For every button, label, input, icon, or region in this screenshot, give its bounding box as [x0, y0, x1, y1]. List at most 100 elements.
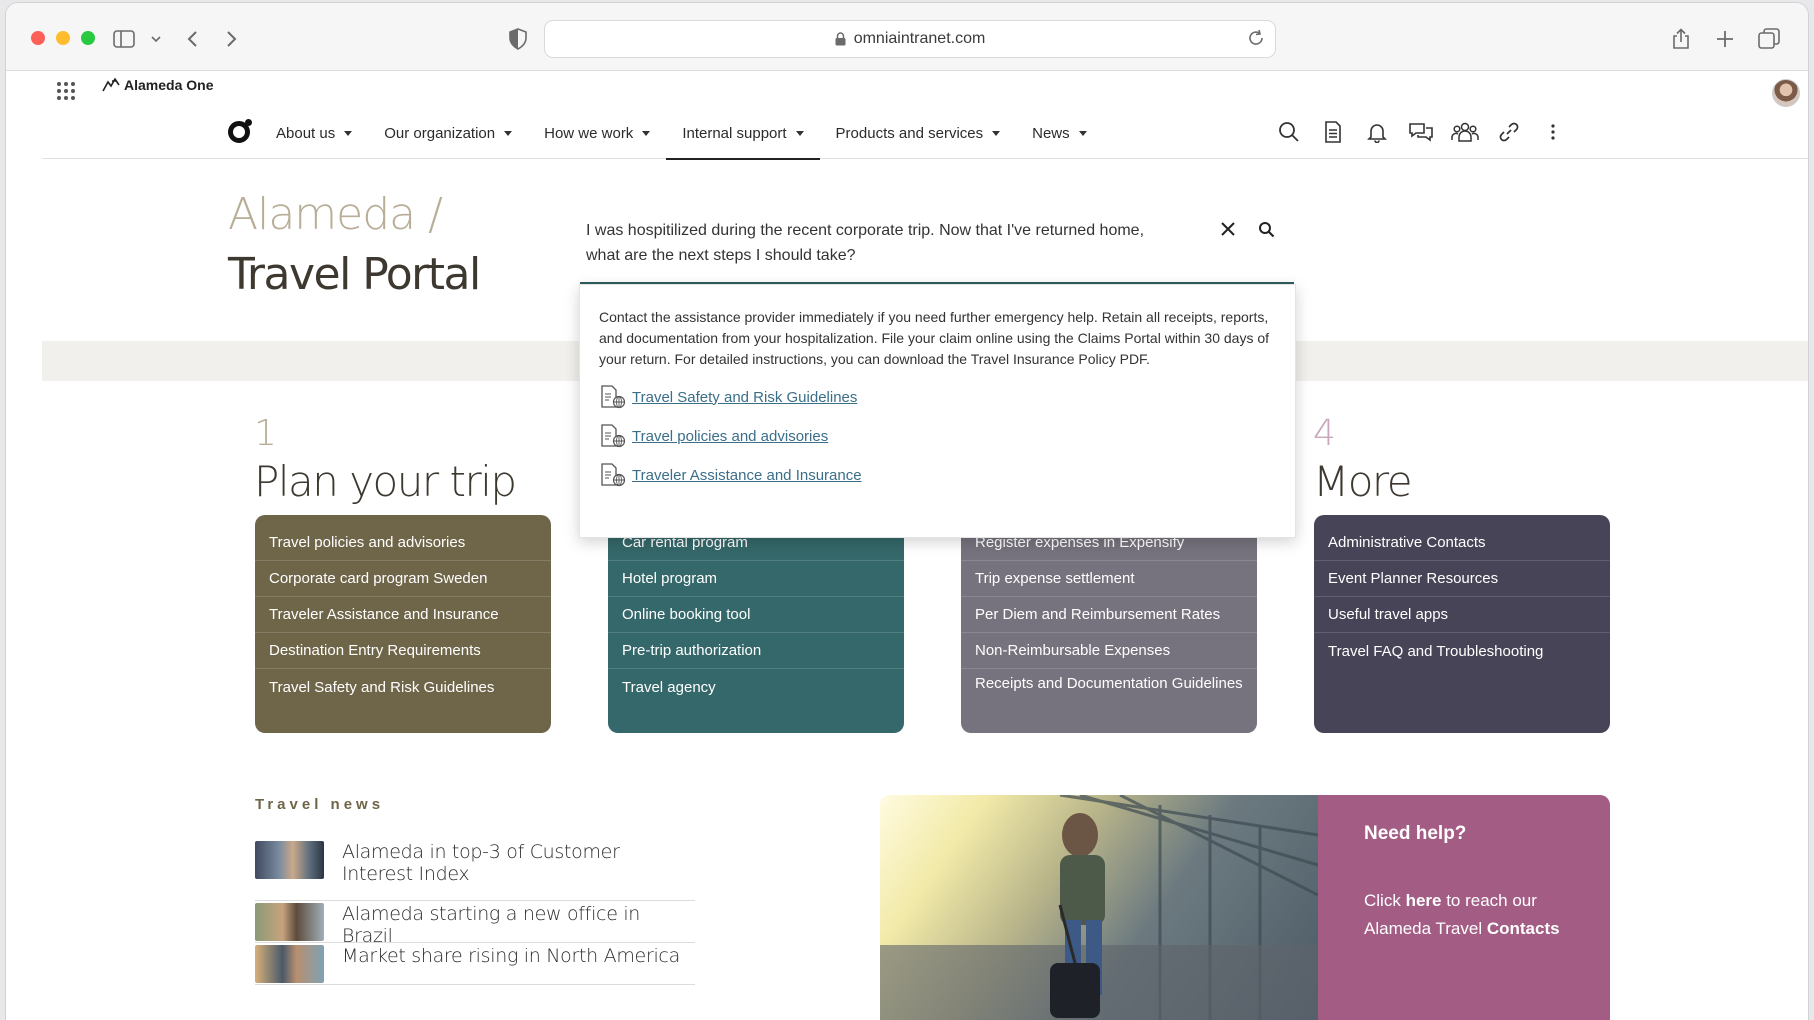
sidebar-toggle-icon[interactable] [110, 25, 138, 53]
news-title: Alameda in top-3 of Customer Interest In… [342, 841, 620, 885]
reload-icon[interactable] [1247, 29, 1265, 47]
card-link[interactable]: Non-Reimbursable Expenses [961, 633, 1257, 669]
lock-icon [835, 32, 846, 46]
search-answer-panel: Contact the assistance provider immediat… [579, 284, 1296, 538]
card-link[interactable]: Administrative Contacts [1314, 525, 1610, 561]
more-options-icon[interactable] [1538, 117, 1568, 147]
caret-down-icon [642, 130, 651, 136]
news-title: Alameda starting a new office in Brazil [342, 903, 641, 947]
step-number: 4 [1313, 413, 1336, 454]
web-document-icon [601, 463, 626, 487]
close-window-button[interactable] [31, 31, 45, 45]
card-link[interactable]: Trip expense settlement [961, 561, 1257, 597]
brand-logo-icon [102, 78, 120, 92]
tab-overview-icon[interactable] [1755, 25, 1783, 53]
new-tab-icon[interactable] [1711, 25, 1739, 53]
minimize-window-button[interactable] [56, 31, 70, 45]
news-item[interactable]: Market share rising in North America [255, 945, 695, 985]
web-document-icon [601, 424, 626, 448]
step-number: 1 [254, 413, 277, 454]
nav-item-internal-support[interactable]: Internal support [666, 107, 820, 160]
nav-item-our-organization[interactable]: Our organization [368, 107, 528, 159]
answer-link[interactable]: Travel policies and advisories [599, 424, 1269, 448]
answer-link-text[interactable]: Travel policies and advisories [632, 428, 828, 445]
avatar[interactable] [1772, 79, 1800, 107]
bell-icon[interactable] [1362, 117, 1392, 147]
search-query-line: what are the next steps I should take? [586, 247, 856, 264]
search-input[interactable]: I was hospitilized during the recent cor… [586, 218, 1206, 268]
brand-link[interactable]: Alameda One [102, 77, 213, 93]
share-icon[interactable] [1667, 25, 1695, 53]
caret-down-icon [992, 130, 1001, 136]
card-expenses: Register expenses in Expensify Trip expe… [961, 515, 1257, 733]
card-link[interactable]: Event Planner Resources [1314, 561, 1610, 597]
nav-item-about-us[interactable]: About us [260, 107, 368, 159]
card-link[interactable]: Travel policies and advisories [255, 525, 551, 561]
news-item[interactable]: Alameda in top-3 of Customer Interest In… [255, 841, 695, 901]
card-link[interactable]: Travel agency [608, 669, 904, 705]
answer-link-text[interactable]: Travel Safety and Risk Guidelines [632, 389, 857, 406]
search-icon[interactable] [1274, 117, 1304, 147]
answer-link[interactable]: Traveler Assistance and Insurance [599, 463, 1269, 487]
caret-down-icon [795, 130, 804, 136]
help-card: Need help? Click here to reach our Alame… [1318, 795, 1610, 1020]
chevron-down-icon[interactable] [142, 25, 170, 53]
help-here-link[interactable]: here [1406, 891, 1442, 910]
news-section-label: Travel news [255, 796, 385, 813]
nav-menu: About us Our organization How we work In… [260, 107, 1103, 160]
news-thumbnail [255, 945, 324, 983]
card-booking: Car rental program Hotel program Online … [608, 515, 904, 733]
help-text: Click here to reach our Alameda Travel C… [1364, 891, 1560, 938]
link-icon[interactable] [1494, 117, 1524, 147]
card-link[interactable]: Travel Safety and Risk Guidelines [255, 669, 551, 705]
help-title: Need help? [1364, 823, 1467, 844]
news-title: Market share rising in North America [342, 945, 680, 967]
browser-toolbar: omniaintranet.com [6, 3, 1808, 71]
help-contacts-link[interactable]: Contacts [1487, 919, 1560, 938]
news-item[interactable]: Alameda starting a new office in Brazil [255, 903, 695, 947]
maximize-window-button[interactable] [81, 31, 95, 45]
card-link[interactable]: Useful travel apps [1314, 597, 1610, 633]
traveler-photo [880, 795, 1318, 1020]
shield-icon[interactable] [504, 25, 532, 53]
browser-window: omniaintranet.com Alameda One About us O… [6, 3, 1808, 1020]
search-query-line: I was hospitilized during the recent cor… [586, 222, 1145, 239]
card-link[interactable]: Destination Entry Requirements [255, 633, 551, 669]
document-icon[interactable] [1318, 117, 1348, 147]
chat-icon[interactable] [1406, 117, 1436, 147]
answer-link-text[interactable]: Traveler Assistance and Insurance [632, 467, 862, 484]
back-icon[interactable] [178, 25, 206, 53]
page-title: Travel Portal [228, 249, 481, 300]
main-nav: About us Our organization How we work In… [42, 107, 1808, 160]
nav-toolbar [1274, 117, 1568, 147]
card-link[interactable]: Receipts and Documentation Guidelines [961, 669, 1257, 715]
card-link[interactable]: Traveler Assistance and Insurance [255, 597, 551, 633]
answer-text: Contact the assistance provider immediat… [599, 309, 1270, 367]
nav-item-news[interactable]: News [1016, 107, 1103, 159]
news-thumbnail [255, 841, 324, 879]
card-link[interactable]: Per Diem and Reimbursement Rates [961, 597, 1257, 633]
step-title: More [1313, 457, 1413, 506]
card-link[interactable]: Hotel program [608, 561, 904, 597]
card-plan-your-trip: Travel policies and advisories Corporate… [255, 515, 551, 733]
nav-item-how-we-work[interactable]: How we work [528, 107, 666, 159]
traveler-illustration [880, 795, 1318, 1020]
app-launcher-icon[interactable] [54, 79, 76, 101]
nav-item-products-and-services[interactable]: Products and services [820, 107, 1017, 159]
card-link[interactable]: Online booking tool [608, 597, 904, 633]
close-icon[interactable] [1216, 217, 1240, 241]
breadcrumb[interactable]: Alameda / [228, 189, 443, 240]
card-link[interactable]: Pre-trip authorization [608, 633, 904, 669]
answer-link[interactable]: Travel Safety and Risk Guidelines [599, 385, 1269, 409]
caret-down-icon [1078, 130, 1087, 136]
card-link[interactable]: Travel FAQ and Troubleshooting [1314, 633, 1610, 669]
card-link[interactable]: Corporate card program Sweden [255, 561, 551, 597]
address-bar[interactable]: omniaintranet.com [544, 20, 1276, 58]
caret-down-icon [344, 130, 353, 136]
site-logo[interactable] [228, 119, 252, 143]
brand-name: Alameda One [124, 77, 214, 93]
web-document-icon [601, 385, 626, 409]
people-icon[interactable] [1450, 117, 1480, 147]
forward-icon[interactable] [218, 25, 246, 53]
search-submit-icon[interactable] [1254, 217, 1278, 241]
